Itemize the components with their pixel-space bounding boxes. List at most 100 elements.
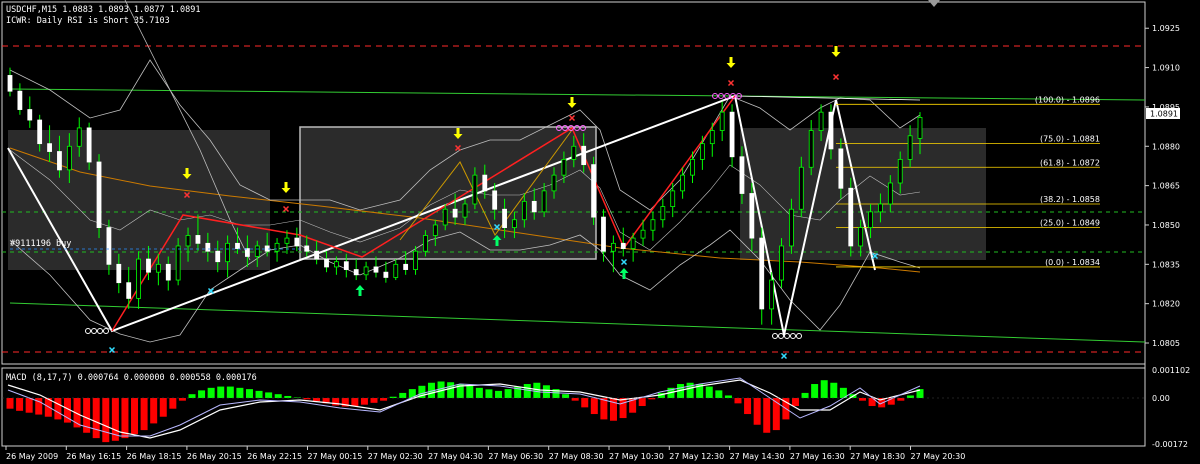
bear-candle [749, 193, 755, 239]
time-tick-label: 27 May 16:30 [790, 452, 845, 461]
bull-candle [779, 245, 784, 281]
macd-bar-negative [169, 398, 177, 409]
bear-candle [343, 261, 349, 270]
macd-bar-positive [265, 392, 273, 398]
bull-candle [462, 203, 468, 218]
bear-candle [165, 263, 171, 281]
bear-candle [17, 90, 23, 110]
bear-candle [205, 242, 211, 252]
macd-bar-positive [447, 382, 455, 398]
bear-candle [353, 269, 359, 276]
time-tick-label: 26 May 2009 [6, 452, 58, 461]
macd-bar-negative [25, 398, 33, 413]
bear-candle [314, 250, 320, 260]
fib-level-label: (61.8) - 1.0872 [1040, 158, 1100, 167]
bear-candle [739, 156, 745, 194]
bull-candle [76, 127, 82, 147]
bear-candle [828, 111, 834, 150]
bear-candle [7, 75, 13, 92]
macd-bar-positive [523, 384, 531, 398]
range-box-2 [299, 126, 597, 260]
macd-bar-negative [791, 398, 799, 407]
macd-bar-negative [897, 398, 905, 401]
fib-level-label: (25.0) - 1.0849 [1040, 219, 1100, 228]
price-tick-label: 1.0820 [1152, 300, 1180, 309]
bull-candle [571, 145, 577, 160]
bear-candle [96, 161, 102, 228]
bull-candle [660, 206, 666, 221]
bull-candle [769, 279, 775, 310]
bull-candle [413, 250, 418, 270]
macd-bar-negative [619, 398, 627, 419]
price-tick-label: 1.0835 [1152, 260, 1180, 269]
trade-label: #9111196 buy [10, 239, 71, 249]
macd-bar-negative [638, 398, 646, 407]
time-tick-label: 27 May 00:15 [308, 452, 363, 461]
bear-candle [106, 227, 112, 265]
macd-bar-negative [581, 398, 589, 408]
macd-bar-negative [380, 398, 388, 401]
macd-bar-positive [475, 387, 483, 398]
current-price-value: 1.0891 [1150, 110, 1178, 119]
bull-candle [858, 227, 864, 247]
bear-candle [601, 216, 606, 252]
bull-candle [155, 263, 161, 273]
bear-candle [324, 258, 329, 268]
bull-candle [66, 145, 72, 171]
bear-candle [373, 266, 379, 273]
bear-candle [482, 174, 488, 192]
macd-bar-negative [763, 398, 771, 433]
macd-bar-positive [495, 390, 503, 398]
bull-candle [878, 203, 883, 213]
macd-tick-label: 0.00 [1152, 394, 1170, 403]
bear-candle [848, 187, 854, 247]
bear-candle [116, 263, 122, 284]
macd-bar-positive [906, 395, 914, 398]
bull-candle [818, 111, 824, 131]
macd-bar-positive [255, 390, 263, 398]
bull-candle [363, 266, 369, 276]
price-tick-label: 1.0850 [1152, 221, 1180, 230]
indicator-header: ICWR: Daily RSI is Short 35.7103 [6, 16, 170, 26]
bull-candle [334, 261, 339, 268]
bull-candle [284, 237, 290, 244]
macd-bar-negative [648, 398, 656, 400]
price-tick-label: 1.0805 [1152, 339, 1180, 348]
time-tick-label: 27 May 12:30 [669, 452, 724, 461]
bull-candle [136, 258, 141, 299]
forex-chart-window[interactable]: (100.0) - 1.0896 (75.0) - 1.0881 (61.8) - … [0, 0, 1200, 464]
bull-candle [274, 242, 280, 252]
bear-candle [215, 250, 221, 263]
bull-candle [521, 200, 527, 221]
macd-bar-positive [466, 385, 474, 398]
bull-candle [432, 224, 438, 236]
bull-candle [175, 245, 181, 281]
bear-candle [838, 148, 844, 189]
macd-bar-positive [188, 394, 196, 398]
macd-bar-positive [705, 386, 713, 398]
bear-candle [492, 190, 498, 210]
bear-candle [591, 164, 596, 218]
bear-candle [304, 245, 310, 252]
macd-bar-negative [54, 398, 62, 420]
price-chart[interactable]: (100.0) - 1.0896 (75.0) - 1.0881 (61.8) - … [0, 0, 1200, 464]
bull-candle [610, 242, 616, 252]
macd-bar-positive [236, 387, 244, 398]
bear-candle [86, 127, 92, 163]
bull-candle [680, 174, 686, 192]
bull-candle [789, 208, 794, 247]
macd-bar-positive [207, 387, 215, 398]
macd-bar-negative [351, 398, 359, 407]
bull-candle [917, 117, 923, 139]
time-tick-label: 26 May 22:15 [247, 452, 302, 461]
macd-bar-negative [313, 398, 321, 402]
symbol-header: USDCHF,M15 1.0883 1.0893 1.0877 1.0891 [6, 5, 200, 15]
bull-candle [670, 190, 676, 208]
time-tick-label: 27 May 18:30 [850, 452, 905, 461]
bull-candle [798, 166, 804, 210]
bull-candle [541, 190, 547, 213]
bear-candle [126, 282, 132, 299]
macd-bar-negative [102, 398, 110, 443]
bull-candle [512, 219, 517, 228]
macd-bar-positive [217, 386, 225, 398]
